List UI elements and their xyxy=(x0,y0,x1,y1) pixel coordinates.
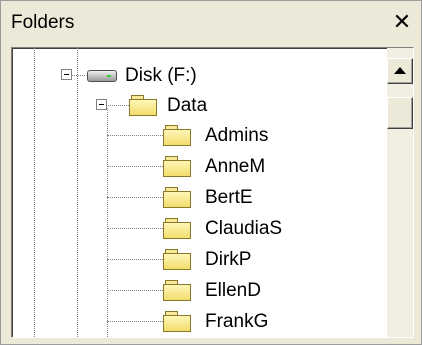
tree-node-subfolder[interactable]: AnneM xyxy=(163,153,333,179)
tree-line-item xyxy=(107,228,163,229)
tree-node-data[interactable]: Data xyxy=(129,92,239,118)
tree-node-label: EllenD xyxy=(205,280,261,301)
tree-node-subfolder[interactable]: DirkP xyxy=(163,246,333,272)
folders-panel: Folders ✕ Disk (F:) Data Admins AnneM Be… xyxy=(0,0,422,345)
folder-tree-pane: Disk (F:) Data Admins AnneM BertE Claudi… xyxy=(11,47,414,338)
tree-node-subfolder[interactable]: ClaudiaS xyxy=(163,215,333,241)
tree-line-root xyxy=(34,48,35,337)
tree-line-item xyxy=(107,290,163,291)
folder-icon xyxy=(129,95,157,116)
folder-icon xyxy=(163,218,191,239)
tree-node-subfolder[interactable]: Admins xyxy=(163,122,333,148)
folder-tree: Disk (F:) Data Admins AnneM BertE Claudi… xyxy=(12,48,387,337)
tree-node-label: BertE xyxy=(205,187,253,208)
drive-icon xyxy=(87,68,117,82)
scroll-up-button[interactable] xyxy=(387,58,413,84)
folder-icon xyxy=(163,156,191,177)
collapse-drive-toggle[interactable] xyxy=(61,69,72,80)
scrollbar-thumb[interactable] xyxy=(387,97,413,129)
tree-node-label: DirkP xyxy=(205,249,252,270)
folder-icon xyxy=(163,125,191,146)
vertical-scrollbar[interactable] xyxy=(387,48,413,337)
tree-node-label: Data xyxy=(167,95,208,116)
tree-line-item xyxy=(107,321,163,322)
folder-icon xyxy=(163,280,191,301)
tree-node-subfolder[interactable]: FrankG xyxy=(163,308,333,334)
folder-icon xyxy=(163,311,191,332)
collapse-data-toggle[interactable] xyxy=(96,99,107,110)
arrow-up-icon xyxy=(394,67,406,74)
tree-node-label: ClaudiaS xyxy=(205,218,283,239)
tree-node-label: FrankG xyxy=(205,311,269,332)
panel-header: Folders ✕ xyxy=(2,2,420,44)
tree-line-item xyxy=(107,259,163,260)
panel-title: Folders xyxy=(11,12,75,33)
tree-line-item xyxy=(107,197,163,198)
tree-node-subfolder[interactable]: EllenD xyxy=(163,277,333,303)
tree-node-label: AnneM xyxy=(205,156,266,177)
close-icon[interactable]: ✕ xyxy=(389,9,415,35)
folder-icon xyxy=(163,187,191,208)
tree-node-label: Disk (F:) xyxy=(125,65,197,86)
tree-line-drive-children xyxy=(77,48,78,337)
tree-line-data-children xyxy=(107,108,108,337)
tree-line-item xyxy=(107,166,163,167)
tree-node-subfolder[interactable]: BertE xyxy=(163,184,333,210)
tree-node-label: Admins xyxy=(205,125,269,146)
folder-icon xyxy=(163,249,191,270)
tree-node-drive[interactable]: Disk (F:) xyxy=(87,62,247,88)
tree-line-item xyxy=(107,135,163,136)
